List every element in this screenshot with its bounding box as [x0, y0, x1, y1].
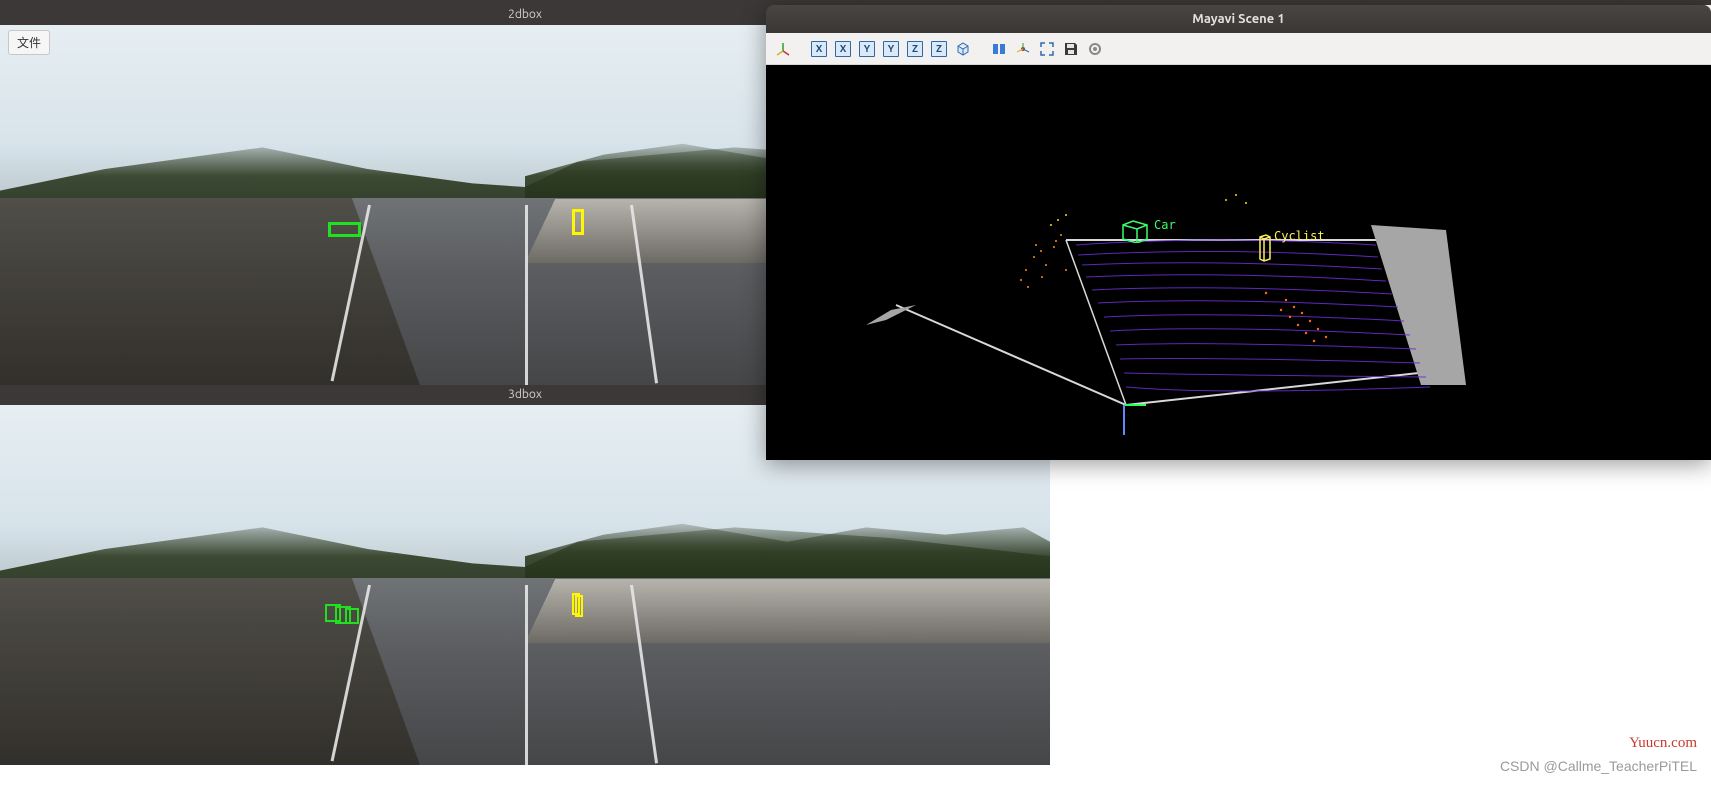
bbox-3d-car	[325, 604, 359, 624]
z-neg-icon: Z	[931, 41, 947, 57]
toolbar-axes-indicator-button[interactable]	[1012, 38, 1034, 60]
mayavi-window[interactable]: Mayavi Scene 1 X X Y Y Z Z	[766, 5, 1711, 460]
mayavi-3d-canvas[interactable]: Car Cyclist	[766, 65, 1711, 460]
toolbar-settings-button[interactable]	[1084, 38, 1106, 60]
fullscreen-icon	[1039, 41, 1055, 57]
toolbar-y-minus-button[interactable]: Y	[880, 38, 902, 60]
toolbar-z-plus-button[interactable]: Z	[904, 38, 926, 60]
z-icon: Z	[907, 41, 923, 57]
y-icon: Y	[859, 41, 875, 57]
pointcloud-box-cyclist	[1258, 233, 1272, 263]
pointcloud-label-car: Car	[1154, 218, 1176, 232]
toolbar-x-minus-button[interactable]: X	[832, 38, 854, 60]
pointcloud-box-car	[1121, 217, 1151, 243]
watermark-csdn: CSDN @Callme_TeacherPiTEL	[1500, 758, 1697, 774]
watermark-yuucn: Yuucn.com	[1629, 735, 1697, 752]
toolbar-fullscreen-button[interactable]	[1036, 38, 1058, 60]
y-neg-icon: Y	[883, 41, 899, 57]
x-icon: X	[811, 41, 827, 57]
pointcloud-label-cyclist: Cyclist	[1274, 229, 1325, 243]
axes-3d-icon	[775, 41, 791, 57]
x-neg-icon: X	[835, 41, 851, 57]
parallel-icon	[991, 41, 1007, 57]
toolbar-view3d-button[interactable]	[772, 38, 794, 60]
file-menu-button[interactable]: 文件	[8, 30, 50, 55]
toolbar-x-plus-button[interactable]: X	[808, 38, 830, 60]
toolbar-z-minus-button[interactable]: Z	[928, 38, 950, 60]
bbox-2d-car	[328, 222, 361, 237]
bbox-3d-cyclist	[572, 593, 586, 617]
axes-corner-icon	[1015, 41, 1031, 57]
mayavi-titlebar[interactable]: Mayavi Scene 1	[766, 5, 1711, 33]
toolbar-isometric-button[interactable]	[952, 38, 974, 60]
toolbar-save-button[interactable]	[1060, 38, 1082, 60]
toolbar-parallel-button[interactable]	[988, 38, 1010, 60]
save-icon	[1063, 41, 1079, 57]
gear-icon	[1087, 41, 1103, 57]
cube-icon	[955, 41, 971, 57]
bbox-2d-cyclist	[572, 209, 584, 235]
pointcloud-scene	[766, 65, 1711, 460]
mayavi-toolbar: X X Y Y Z Z	[766, 33, 1711, 65]
toolbar-y-plus-button[interactable]: Y	[856, 38, 878, 60]
